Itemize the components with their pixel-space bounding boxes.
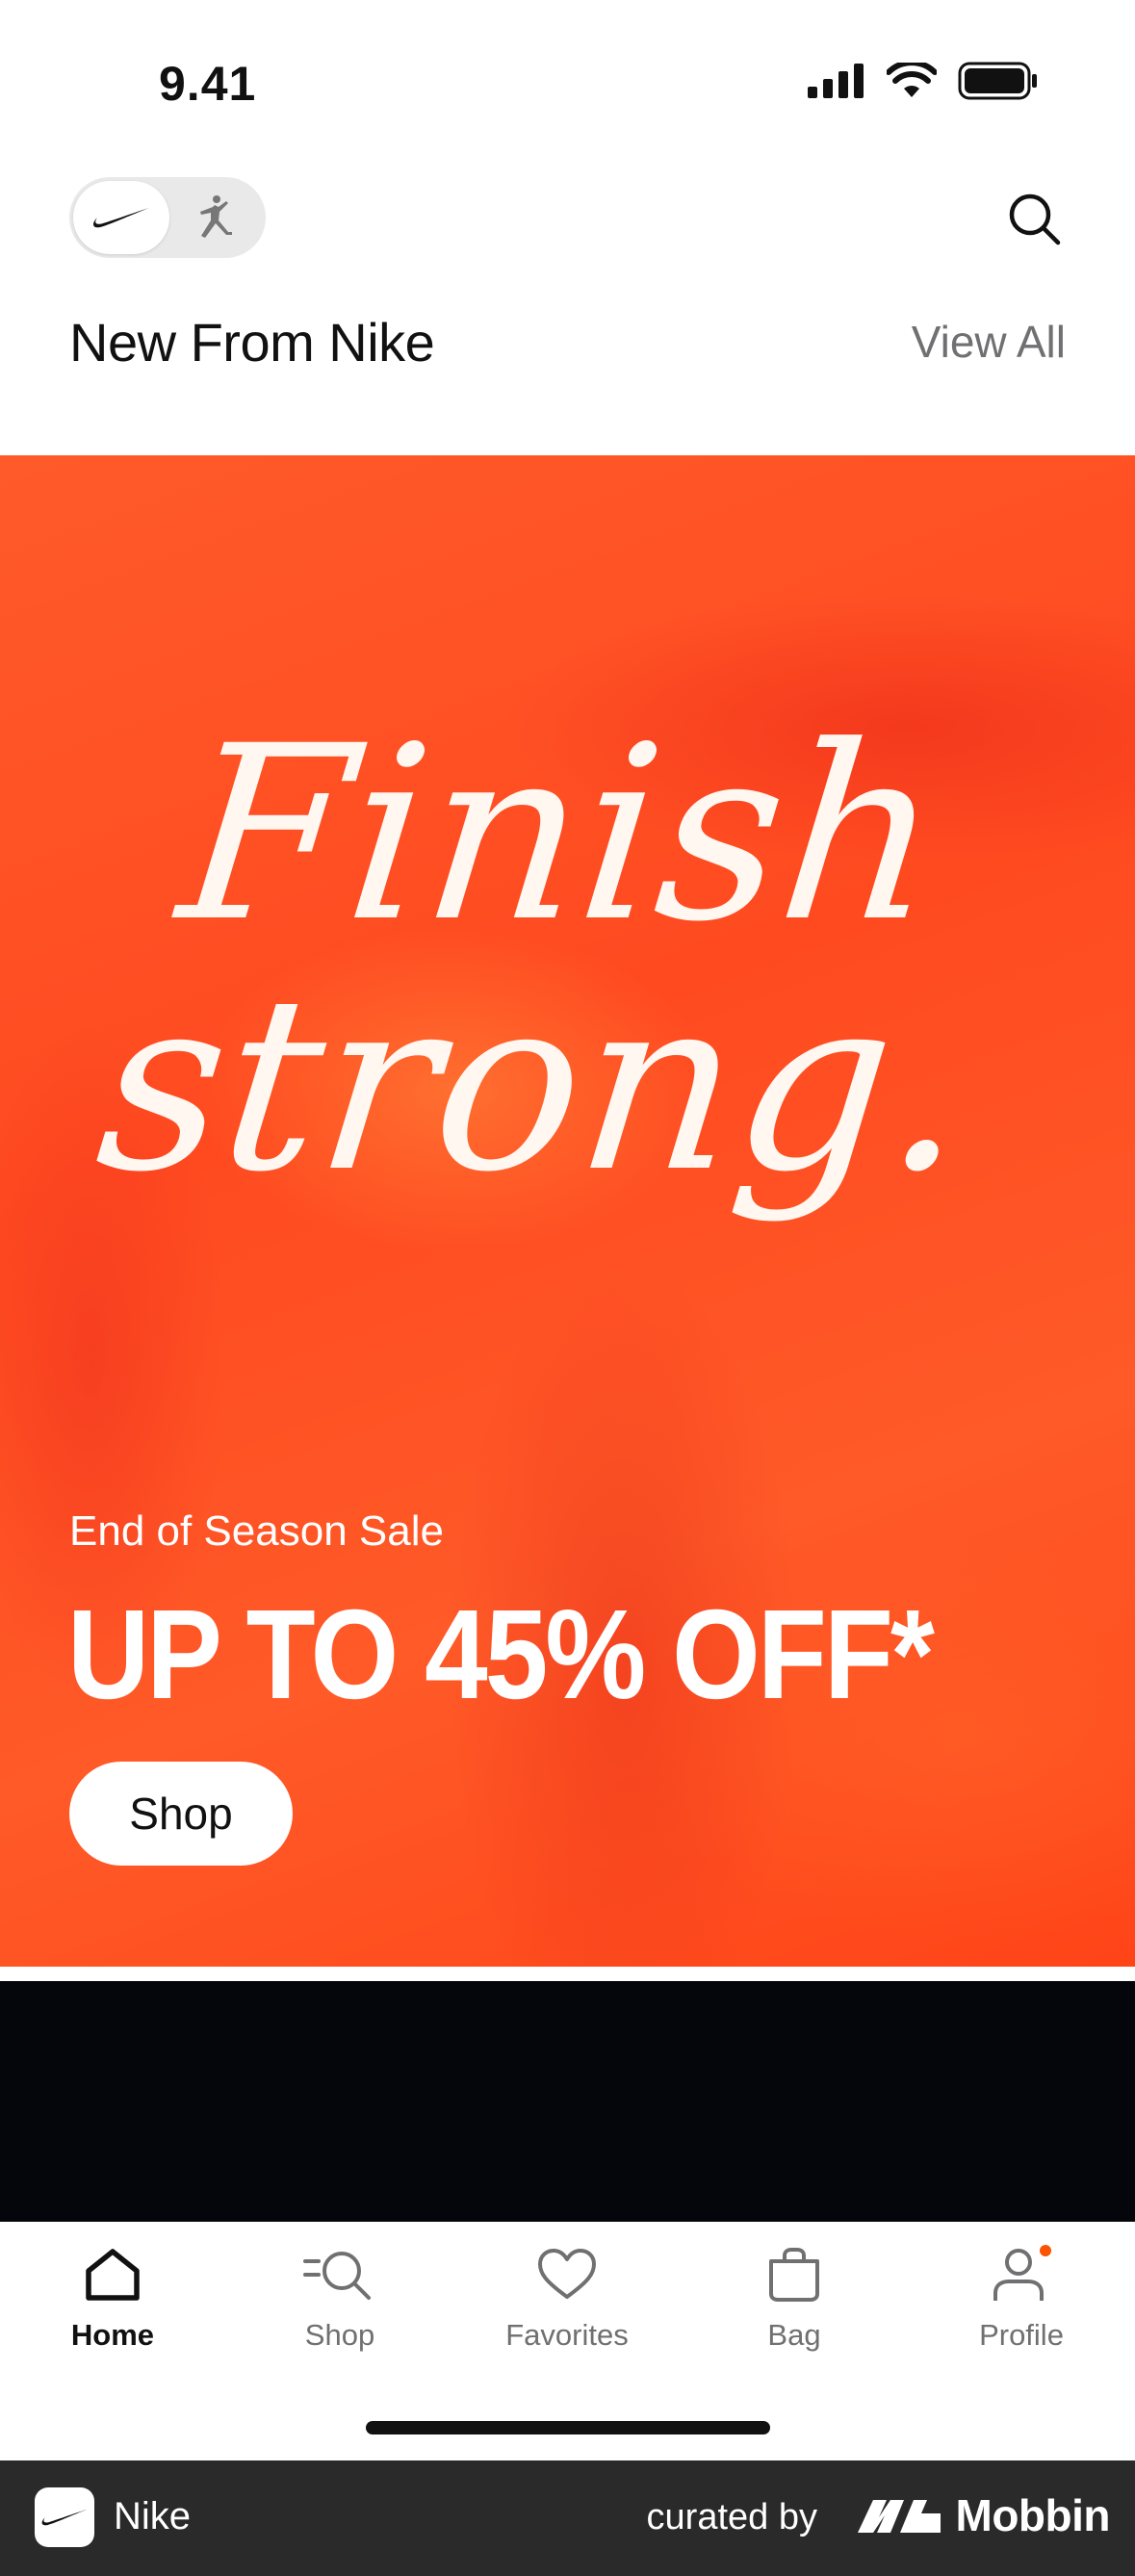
- cellular-signal-icon: [808, 64, 864, 98]
- hero-script-line-2: strong.: [87, 945, 982, 1225]
- tab-shop[interactable]: Shop: [248, 2241, 431, 2357]
- hero-headline: UP TO 45% OFF*: [67, 1584, 935, 1727]
- section-title: New From Nike: [69, 311, 435, 373]
- notification-badge: [1040, 2245, 1051, 2256]
- nike-swoosh-icon: [41, 2509, 88, 2526]
- mobbin-brand: Mobbin: [857, 2489, 1111, 2541]
- search-icon: [1009, 193, 1061, 245]
- footer-app-name: Nike: [114, 2495, 192, 2537]
- hero-eyebrow: End of Season Sale: [69, 1507, 444, 1555]
- footer-curated-by: curated by: [646, 2497, 817, 2537]
- shop-search-icon: [303, 2252, 371, 2300]
- tab-label-home: Home: [70, 2318, 155, 2352]
- tab-label-shop: Shop: [304, 2318, 375, 2352]
- hero-script-line-1: Finish: [166, 695, 953, 975]
- section-header: New From Nike View All: [69, 308, 1066, 375]
- home-icon: [86, 2249, 140, 2301]
- home-indicator: [366, 2421, 770, 2434]
- attribution-bar: Nike curated by Mobbin: [0, 2460, 1135, 2576]
- heart-icon: [538, 2249, 596, 2299]
- tab-home[interactable]: Home: [21, 2241, 204, 2357]
- bag-icon: [769, 2248, 819, 2302]
- brand-option-nike[interactable]: [73, 181, 169, 254]
- hero-script-title: Finish strong.: [87, 695, 982, 1225]
- jordan-jumpman-icon: [200, 195, 232, 238]
- view-all-link[interactable]: View All: [912, 316, 1066, 368]
- tab-bag[interactable]: Bag: [703, 2241, 886, 2357]
- status-bar: 9.41: [0, 0, 1135, 164]
- nike-app-logo: [35, 2487, 94, 2547]
- tab-label-profile: Profile: [979, 2318, 1064, 2352]
- wifi-icon: [887, 63, 937, 97]
- hero-shop-button[interactable]: Shop: [69, 1762, 293, 1866]
- mobbin-logo-icon: [857, 2500, 941, 2533]
- hero-promo-banner[interactable]: Finish strong. End of Season Sale UP TO …: [0, 455, 1135, 1967]
- nike-swoosh-icon: [93, 208, 149, 228]
- tab-label-bag: Bag: [767, 2318, 821, 2352]
- brand-option-jordan[interactable]: [173, 181, 256, 254]
- footer-brand-name: Mobbin: [955, 2490, 1111, 2540]
- search-button[interactable]: [1000, 185, 1068, 252]
- next-promo-card[interactable]: [0, 1981, 1135, 2222]
- battery-icon: [958, 62, 1037, 100]
- tab-favorites[interactable]: Favorites: [476, 2241, 658, 2357]
- tab-profile[interactable]: Profile: [930, 2241, 1113, 2357]
- tab-label-favorites: Favorites: [505, 2318, 629, 2352]
- status-icons: [808, 62, 1039, 100]
- profile-icon: [993, 2245, 1051, 2301]
- status-time: 9.41: [159, 57, 257, 111]
- brand-toggle[interactable]: [69, 177, 266, 258]
